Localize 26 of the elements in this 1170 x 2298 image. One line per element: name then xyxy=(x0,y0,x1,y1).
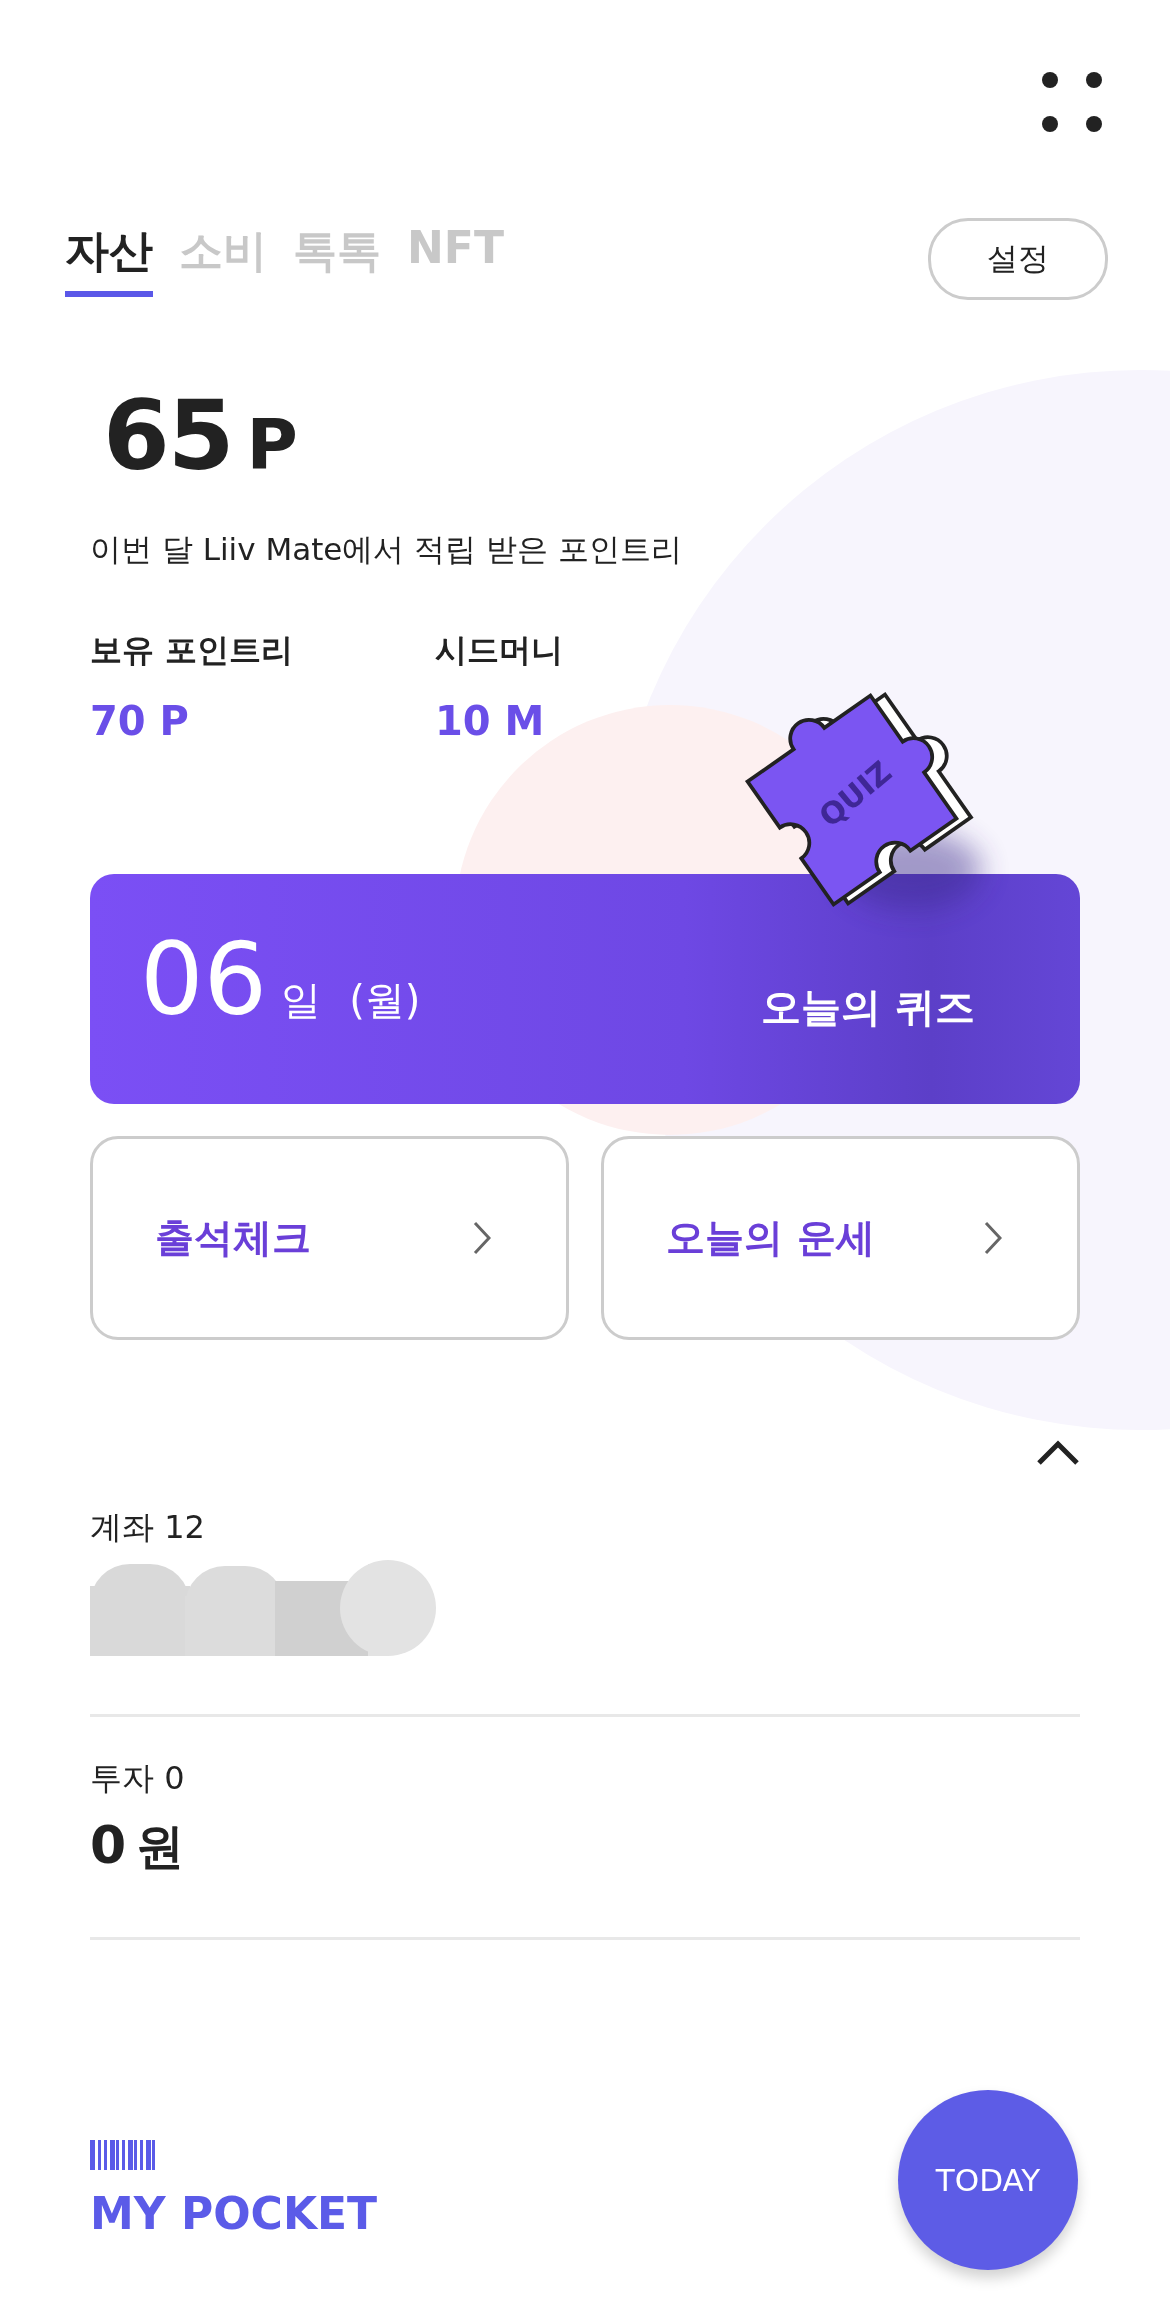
chevron-right-icon xyxy=(473,1221,491,1255)
quiz-title: 오늘의 퀴즈 xyxy=(761,982,975,1032)
shortcut-button[interactable]: 오늘의 운세 xyxy=(601,1136,1080,1340)
tab[interactable]: 자산 xyxy=(65,221,153,297)
stat-value: 70 P xyxy=(90,698,190,744)
stat-label: 시드머니 xyxy=(435,630,564,671)
section-title: 투자 0 xyxy=(90,1758,186,1799)
stat-label: 보유 포인트리 xyxy=(90,630,295,671)
barcode-icon xyxy=(90,2140,158,2170)
chevron-up-icon[interactable] xyxy=(1036,1440,1080,1466)
menu-icon[interactable] xyxy=(1042,72,1102,132)
quiz-card[interactable]: 06 일 (월) 오늘의 퀴즈 xyxy=(90,874,1080,1104)
shortcut-button[interactable]: 출석체크 xyxy=(90,1136,569,1340)
day-unit: 일 xyxy=(281,975,322,1025)
points-value: 65 xyxy=(103,380,233,492)
day-number: 06 xyxy=(140,920,268,1038)
points-caption: 이번 달 Liiv Mate에서 적립 받은 포인트리 xyxy=(89,530,683,569)
today-button[interactable]: TODAY xyxy=(898,2090,1078,2270)
chevron-right-icon xyxy=(984,1221,1002,1255)
amount-value: 0 xyxy=(90,1815,127,1875)
settings-button[interactable]: 설정 xyxy=(928,218,1108,300)
stat-value: 10 M xyxy=(435,698,546,744)
amount-unit: 원 xyxy=(136,1817,185,1876)
weekday: (월) xyxy=(349,975,421,1025)
section-title: 계좌 12 xyxy=(90,1507,206,1548)
points-unit: P xyxy=(246,404,298,486)
